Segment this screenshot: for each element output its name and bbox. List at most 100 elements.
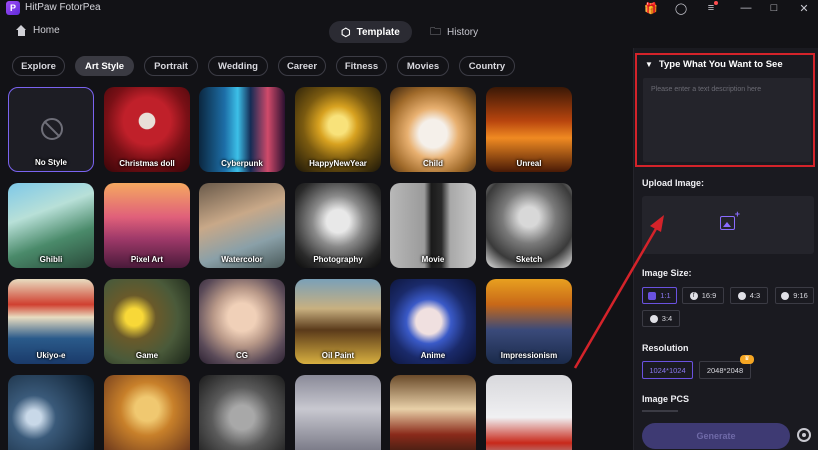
- style-label: Pixel Art: [130, 255, 164, 264]
- pcs-divider: [642, 410, 678, 412]
- app-window: P HitPaw FotorPea 🎁 ◯ ≡ — □ ✕ Home ⬡ Tem…: [0, 0, 818, 450]
- prompt-section-title: Type What You Want to See: [658, 59, 783, 70]
- size-option-16-9[interactable]: f 16:9: [682, 287, 724, 304]
- twitter-icon: [649, 314, 658, 323]
- size-label: 3:4: [661, 314, 673, 323]
- style-label: Ghibli: [39, 255, 63, 264]
- maximize-icon[interactable]: □: [766, 0, 782, 16]
- style-label: Watercolor: [221, 255, 263, 264]
- category-fitness[interactable]: Fitness: [336, 56, 387, 76]
- category-wedding[interactable]: Wedding: [208, 56, 268, 76]
- resolution-2048-label: 2048*2048: [706, 365, 744, 375]
- style-label: Impressionism: [500, 351, 558, 360]
- image-size-label: Image Size:: [642, 268, 692, 278]
- style-label: CG: [236, 351, 248, 360]
- style-card-row4-5[interactable]: [390, 375, 476, 450]
- size-label: 16:9: [701, 291, 717, 300]
- instagram-icon: [781, 291, 790, 300]
- category-explore[interactable]: Explore: [12, 56, 65, 76]
- category-country[interactable]: Country: [459, 56, 515, 76]
- size-label: 4:3: [749, 291, 761, 300]
- style-card-anime[interactable]: Anime: [390, 279, 476, 364]
- style-label: Sketch: [515, 255, 543, 264]
- style-label: Photography: [313, 255, 363, 264]
- tab-history-label: History: [447, 26, 479, 38]
- style-card-row4-1[interactable]: [8, 375, 94, 450]
- twitter-icon: [737, 291, 746, 300]
- user-icon[interactable]: ◯: [673, 0, 689, 16]
- upload-image-area[interactable]: [642, 196, 814, 254]
- style-card-sketch[interactable]: Sketch: [486, 183, 572, 268]
- style-card-game[interactable]: Game: [104, 279, 190, 364]
- style-label: Ukiyo-e: [36, 351, 66, 360]
- upload-label: Upload Image:: [642, 178, 705, 188]
- category-career[interactable]: Career: [278, 56, 326, 76]
- style-card-row4-4[interactable]: [295, 375, 381, 450]
- style-label: HappyNewYear: [309, 159, 367, 168]
- style-card-pixel-art[interactable]: Pixel Art: [104, 183, 190, 268]
- ban-icon: [41, 118, 63, 140]
- tab-history[interactable]: 🗀 History: [418, 21, 490, 43]
- home-button[interactable]: Home: [16, 25, 60, 36]
- style-card-row4-6[interactable]: [486, 375, 572, 450]
- style-card-ukiyo-e[interactable]: Ukiyo-e: [8, 279, 94, 364]
- home-label: Home: [33, 25, 60, 36]
- style-card-no-style[interactable]: No Style: [8, 87, 94, 172]
- style-card-ghibli[interactable]: Ghibli: [8, 183, 94, 268]
- style-card-photography[interactable]: Photography: [295, 183, 381, 268]
- cube-icon: ⬡: [341, 26, 351, 39]
- style-label: Movie: [421, 255, 445, 264]
- nav-bar: Home ⬡ Template 🗀 History: [0, 16, 818, 48]
- minimize-icon[interactable]: —: [738, 0, 754, 16]
- size-label: 9:16: [793, 291, 808, 300]
- style-card-cyberpunk[interactable]: Cyberpunk: [199, 87, 285, 172]
- style-label: Christmas doll: [119, 159, 175, 168]
- style-label: Child: [423, 159, 443, 168]
- style-label: Anime: [420, 351, 446, 360]
- style-card-row4-3[interactable]: [199, 375, 285, 450]
- style-card-unreal[interactable]: Unreal: [486, 87, 572, 172]
- size-option-3-4[interactable]: 3:4: [642, 310, 680, 327]
- style-card-cg[interactable]: CG: [199, 279, 285, 364]
- prompt-section-header[interactable]: ▼ Type What You Want to See: [645, 59, 783, 70]
- style-card-oil-paint[interactable]: Oil Paint: [295, 279, 381, 364]
- generate-button[interactable]: Generate: [642, 423, 790, 449]
- folder-icon: 🗀: [430, 25, 441, 38]
- resolution-label: Resolution: [642, 343, 689, 353]
- style-label: Cyberpunk: [221, 159, 263, 168]
- facebook-icon: f: [689, 291, 698, 300]
- app-logo-icon: P: [6, 1, 20, 15]
- style-card-christmas-doll[interactable]: Christmas doll: [104, 87, 190, 172]
- category-movies[interactable]: Movies: [397, 56, 449, 76]
- chevron-down-icon: ▼: [645, 60, 653, 69]
- add-image-icon: [720, 209, 740, 230]
- prompt-input[interactable]: [643, 78, 811, 162]
- gear-icon[interactable]: [797, 428, 811, 442]
- style-card-row4-2[interactable]: [104, 375, 190, 450]
- style-card-watercolor[interactable]: Watercolor: [199, 183, 285, 268]
- category-art-style[interactable]: Art Style: [75, 56, 134, 76]
- resolution-1024[interactable]: 1024*1024: [642, 361, 693, 379]
- style-card-impressionism[interactable]: Impressionism: [486, 279, 572, 364]
- category-portrait[interactable]: Portrait: [144, 56, 198, 76]
- menu-icon[interactable]: ≡: [703, 0, 719, 16]
- style-card-movie[interactable]: Movie: [390, 183, 476, 268]
- close-icon[interactable]: ✕: [796, 0, 812, 16]
- tab-template-label: Template: [356, 26, 400, 38]
- size-label: 1:1: [660, 291, 671, 300]
- image-pcs-label: Image PCS: [642, 394, 690, 404]
- gift-icon[interactable]: 🎁: [643, 0, 659, 16]
- size-option-1-1[interactable]: 1:1: [642, 287, 677, 304]
- style-card-child[interactable]: Child: [390, 87, 476, 172]
- title-bar: P HitPaw FotorPea 🎁 ◯ ≡ — □ ✕: [0, 0, 818, 16]
- resolution-2048[interactable]: 2048*2048 ♛: [699, 355, 754, 379]
- style-label: No Style: [34, 158, 67, 167]
- instagram-icon: [648, 291, 657, 300]
- size-option-4-3[interactable]: 4:3: [730, 287, 768, 304]
- style-label: Oil Paint: [321, 351, 355, 360]
- tab-template[interactable]: ⬡ Template: [329, 21, 412, 43]
- size-option-9-16[interactable]: 9:16: [775, 287, 814, 304]
- app-title: HitPaw FotorPea: [25, 2, 101, 13]
- premium-badge-icon: ♛: [740, 355, 754, 364]
- style-card-happynewyear[interactable]: HappyNewYear: [295, 87, 381, 172]
